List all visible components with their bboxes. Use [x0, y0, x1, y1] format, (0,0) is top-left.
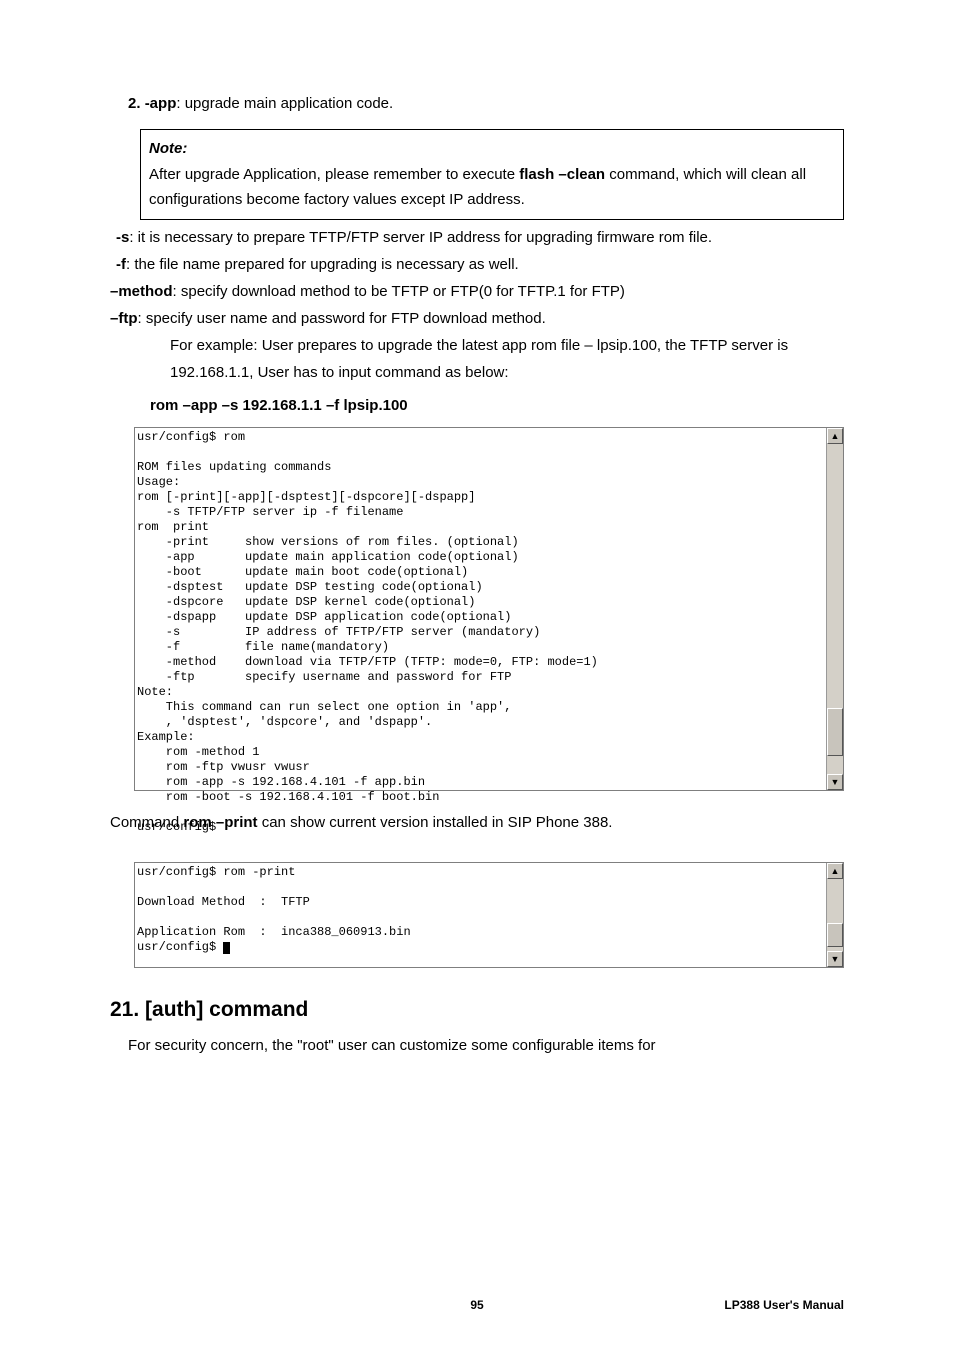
- scroll-thumb[interactable]: [827, 708, 843, 756]
- manual-title: LP388 User's Manual: [602, 1298, 844, 1312]
- note-title: Note:: [149, 136, 835, 162]
- scroll-up-icon[interactable]: ▲: [827, 428, 843, 444]
- para-f-rest: : the file name prepared for upgrading i…: [126, 256, 519, 273]
- scroll-down-icon[interactable]: ▼: [827, 774, 843, 790]
- terminal-rom-print-content: usr/config$ rom -print Download Method :…: [135, 863, 843, 957]
- para-s-flag: -s: [116, 229, 129, 246]
- note-a: After upgrade Application, please rememb…: [149, 166, 519, 183]
- para-ftp-flag: –ftp: [110, 310, 138, 327]
- page-number: 95: [356, 1298, 598, 1312]
- example-command: rom –app –s 192.168.1.1 –f lpsip.100: [150, 392, 844, 419]
- section-body: For security concern, the "root" user ca…: [128, 1032, 844, 1059]
- para-app-num: 2.: [128, 95, 145, 112]
- note-body: After upgrade Application, please rememb…: [149, 162, 835, 213]
- scroll-up-icon-2[interactable]: ▲: [827, 863, 843, 879]
- scrollbar-2[interactable]: ▲ ▼: [826, 863, 843, 967]
- para-app: 2. -app: upgrade main application code.: [128, 90, 844, 117]
- para-s: -s: it is necessary to prepare TFTP/FTP …: [116, 224, 844, 251]
- note-box: Note: After upgrade Application, please …: [140, 129, 844, 220]
- para-f: -f: the file name prepared for upgrading…: [116, 251, 844, 278]
- example-text: For example: User prepares to upgrade th…: [170, 332, 844, 386]
- scroll-thumb-2[interactable]: [827, 923, 843, 947]
- scrollbar[interactable]: ▲ ▼: [826, 428, 843, 790]
- section-heading: 21. [auth] command: [110, 998, 844, 1022]
- terminal-rom: usr/config$ rom ROM files updating comma…: [134, 427, 844, 791]
- para-ftp: –ftp: specify user name and password for…: [110, 305, 844, 332]
- para-ftp-rest: : specify user name and password for FTP…: [138, 310, 546, 327]
- para-s-rest: : it is necessary to prepare TFTP/FTP se…: [129, 229, 712, 246]
- para-app-flag: -app: [145, 95, 177, 112]
- terminal-rom-content: usr/config$ rom ROM files updating comma…: [135, 428, 843, 837]
- cursor-icon: [223, 942, 230, 954]
- terminal-rom-print: usr/config$ rom -print Download Method :…: [134, 862, 844, 968]
- scroll-down-icon-2[interactable]: ▼: [827, 951, 843, 967]
- para-app-rest: : upgrade main application code.: [176, 95, 393, 112]
- para-method: –method: specify download method to be T…: [110, 278, 844, 305]
- page-footer: 95 LP388 User's Manual: [110, 1298, 844, 1312]
- note-b: flash –clean: [519, 166, 605, 183]
- para-f-flag: -f: [116, 256, 126, 273]
- para-method-flag: –method: [110, 283, 173, 300]
- para-method-rest: : specify download method to be TFTP or …: [173, 283, 625, 300]
